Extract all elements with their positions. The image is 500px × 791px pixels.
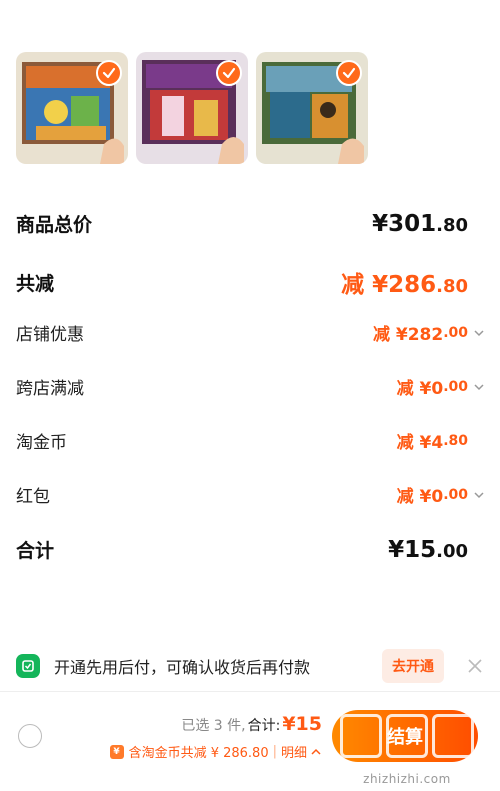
selected-summary: 已选 3 件, 合计: ¥15 bbox=[181, 713, 322, 735]
grand-total-label: 合计 bbox=[16, 540, 55, 562]
red-packet-label: 红包 bbox=[16, 487, 50, 507]
chevron-up-icon[interactable] bbox=[310, 746, 322, 758]
footer-total-value: ¥15 bbox=[282, 713, 322, 735]
watermark-text: zhizhizhi.com bbox=[363, 772, 451, 786]
notice-text: 开通先用后付，可确认收货后再付款 bbox=[54, 657, 311, 677]
shop-discount-value: 减 ¥282.00 bbox=[373, 320, 486, 345]
goods-total-value: ¥301.80 bbox=[372, 210, 468, 237]
detail-link[interactable]: 明细 bbox=[281, 742, 307, 761]
selected-check-icon[interactable] bbox=[96, 60, 122, 86]
checkout-bar: 已选 3 件, 合计: ¥15 ¥ 含淘金币共减 ¥ 286.80 | 明细 结… bbox=[0, 694, 500, 791]
total-reduce-label: 共减 bbox=[16, 272, 55, 295]
cross-shop-label: 跨店满减 bbox=[16, 379, 84, 399]
checkout-button[interactable]: 结算 bbox=[332, 710, 478, 762]
shop-discount-row[interactable]: 店铺优惠 减 ¥282.00 bbox=[16, 320, 486, 345]
shop-discount-label: 店铺优惠 bbox=[16, 325, 84, 345]
selected-count: 已选 3 件, bbox=[181, 718, 246, 734]
product-thumb-3[interactable] bbox=[256, 52, 368, 164]
total-reduce-row: 共减 减 ¥286.80 bbox=[16, 265, 468, 299]
select-all-radio[interactable] bbox=[18, 724, 42, 748]
red-packet-value: 减 ¥0.00 bbox=[397, 482, 486, 507]
cross-shop-value: 减 ¥0.00 bbox=[397, 374, 486, 399]
pay-later-notice: 开通先用后付，可确认收货后再付款 去开通 bbox=[0, 640, 500, 692]
selected-check-icon[interactable] bbox=[216, 60, 242, 86]
cross-shop-row[interactable]: 跨店满减 减 ¥0.00 bbox=[16, 374, 486, 399]
goods-total-label: 商品总价 bbox=[16, 214, 93, 236]
selected-check-icon[interactable] bbox=[336, 60, 362, 86]
coins-label: 淘金币 bbox=[16, 433, 67, 453]
pay-later-icon bbox=[16, 653, 40, 678]
product-thumb-1[interactable] bbox=[16, 52, 128, 164]
divider: | bbox=[272, 744, 277, 759]
chevron-down-icon[interactable] bbox=[472, 488, 486, 502]
open-pay-later-button[interactable]: 去开通 bbox=[382, 648, 444, 683]
goods-total-row: 商品总价 ¥301.80 bbox=[16, 210, 468, 237]
close-icon[interactable] bbox=[466, 657, 484, 675]
chevron-down-icon[interactable] bbox=[472, 380, 486, 394]
coins-value: 减 ¥4.80 bbox=[396, 432, 468, 454]
red-packet-row[interactable]: 红包 减 ¥0.00 bbox=[16, 482, 486, 507]
product-thumbnails bbox=[16, 52, 368, 164]
grand-total-row: 合计 ¥15.00 bbox=[16, 536, 468, 563]
coin-discount-line[interactable]: ¥ 含淘金币共减 ¥ 286.80 | 明细 bbox=[109, 742, 322, 761]
chevron-down-icon[interactable] bbox=[472, 326, 486, 340]
coin-icon: ¥ bbox=[109, 744, 124, 759]
product-thumb-2[interactable] bbox=[136, 52, 248, 164]
coins-row: 淘金币 减 ¥4.80 bbox=[16, 428, 468, 454]
grand-total-value: ¥15.00 bbox=[388, 536, 468, 563]
coin-discount-text: 含淘金币共减 ¥ 286.80 bbox=[128, 746, 269, 761]
footer-total-label: 合计: bbox=[247, 718, 281, 734]
total-reduce-value: 减 ¥286.80 bbox=[341, 272, 468, 298]
